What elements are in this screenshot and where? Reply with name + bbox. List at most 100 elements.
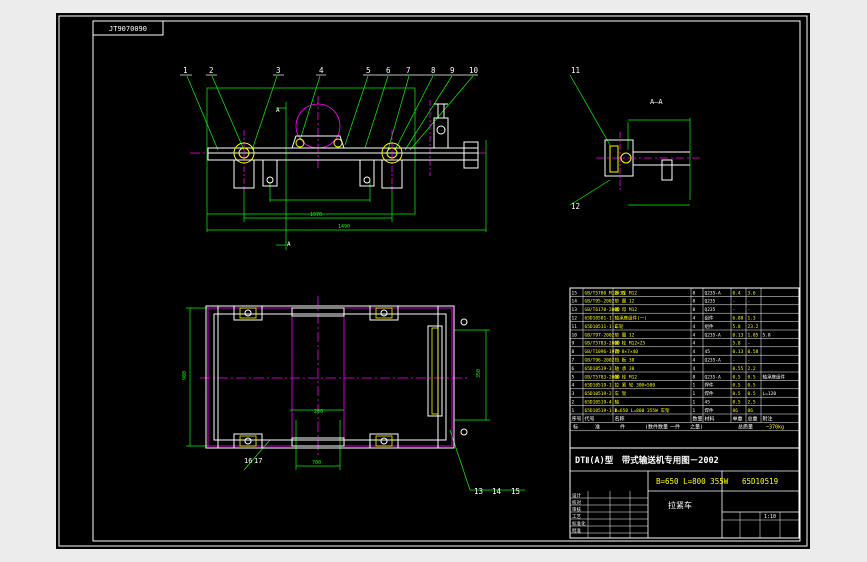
bom-cell-name: 轴 承 30 [615, 365, 635, 372]
bom-standard-cell: 标 [573, 424, 578, 431]
bom-cell-unit: 0.4 [733, 290, 741, 296]
bom-cell-qty: 4 [693, 341, 696, 347]
bom-cell-mat: 组件 [705, 315, 714, 322]
bom-cell-qty: 8 [693, 374, 696, 380]
bom-cell-total: - [748, 342, 751, 347]
bom-cell-no: 1 [572, 408, 575, 414]
bom-cell-total: 23.2 [748, 324, 759, 330]
sign-check: 校对 [572, 499, 581, 506]
bom-cell-total: 0.5 [748, 383, 756, 389]
bom-cell-code: 65D10519-3 [585, 366, 612, 372]
bom-cell-code: 65D10519-1-1 [585, 408, 618, 414]
bom-cell-name: 轴承座组件(一) [615, 315, 647, 322]
bom-cell-total: - [748, 300, 751, 305]
bom-cell-qty: 4 [693, 316, 696, 322]
balloon-1: 1 [183, 66, 188, 75]
bom-cell-total: 0.5 [748, 374, 756, 380]
sign-standard: 标准化 [572, 520, 586, 527]
bom-standard-cell: 准 [595, 424, 600, 431]
bom-cell-name: 螺 栓 M12 [615, 289, 638, 296]
bom-cell-no: 8 [572, 349, 575, 355]
bom-header-cell: 材料 [705, 415, 715, 422]
bom-cell-name: 垫 圈 12 [615, 298, 635, 305]
bom-cell-mat: 焊件 [705, 407, 714, 414]
bom-cell-code: GB/T97-2002 [585, 332, 615, 338]
bom-cell-qty: 1 [693, 400, 696, 406]
bom-cell-name: 垫 圈 12 [615, 331, 635, 338]
bom-cell-no: 12 [572, 316, 578, 322]
bom-cell-unit: 6.88 [733, 316, 744, 322]
part-name: 拉紧车 [668, 500, 692, 510]
bom-cell-no: 6 [572, 366, 575, 372]
bom-cell-mat: Q235 [705, 307, 716, 313]
bom-cell-no: 14 [572, 299, 578, 305]
bom-cell-qty: 4 [693, 332, 696, 338]
bom-cell-unit: 86 [733, 408, 739, 414]
bom-cell-note: L=120 [763, 391, 777, 397]
bom-cell-name: 车轮 [615, 323, 624, 330]
balloon-15: 15 [511, 487, 520, 496]
bom-header-cell: 名称 [615, 415, 625, 422]
balloon-16: 16 [244, 457, 252, 465]
bom-cell-unit: - [733, 308, 736, 313]
balloon-8: 8 [431, 66, 436, 75]
dim-plan-bottom: 700 [312, 460, 321, 466]
bom-cell-total: - [748, 308, 751, 313]
balloon-11: 11 [571, 66, 580, 75]
sign-process: 工艺 [572, 514, 581, 520]
section-label: A—A [650, 98, 663, 106]
cad-viewport: JT9070090 1 2 3 4 5 6 7 8 9 10 A A 1070 … [0, 0, 867, 562]
dim-plan-right: 350 [476, 369, 482, 378]
bom-cell-no: 10 [572, 332, 578, 338]
balloon-9: 9 [450, 66, 455, 75]
bom-cell-unit: - [733, 359, 736, 364]
bom-cell-code: 65D10519-4 [585, 400, 612, 406]
balloon-13: 13 [474, 487, 483, 496]
bom-cell-total: 0.5 [748, 391, 756, 397]
balloon-7: 7 [406, 66, 411, 75]
section-mark-top: A [276, 107, 280, 114]
bom-cell-name: 螺 栓 M12×25 [615, 340, 646, 347]
bom-cell-unit: 5.8 [733, 341, 741, 347]
bom-cell-code: 65D10511-1-1 [585, 324, 618, 330]
mass-label: 总质量 [738, 424, 753, 431]
bom-cell-name: 拉 紧 轮 300×500 [615, 382, 656, 389]
bom-header-cell: 序号 [572, 415, 582, 422]
bom-cell-code: 65D10519-1 [585, 383, 612, 389]
sign-design: 设计 [572, 492, 581, 499]
bom-cell-mat: Q235-A [705, 290, 722, 296]
balloon-10: 10 [469, 66, 479, 75]
bom-cell-unit: 0.55 [733, 366, 744, 372]
bom-cell-note: 轴承座组件 [763, 373, 786, 380]
bom-standard-cell: 之量) [690, 424, 703, 431]
sign-approve: 批准 [572, 527, 581, 534]
bom-cell-mat: 组件 [705, 323, 714, 330]
bom-cell-total: 86 [748, 408, 754, 414]
bom-cell-mat: 45 [705, 349, 711, 355]
bom-cell-code: GB/T96-2002 [585, 358, 615, 364]
bom-header-cell: 数量 [693, 415, 703, 422]
scale-value: 1:10 [764, 514, 776, 520]
bom-cell-unit: - [733, 300, 736, 305]
dim-plan-side-small: 200 [314, 409, 323, 415]
bom-cell-qty: 4 [693, 349, 696, 355]
bom-standard-cell: 件 [620, 424, 625, 431]
bom-cell-total: - [748, 359, 751, 364]
bom-cell-qty: 1 [693, 408, 696, 414]
part-balloons-bottom: 13 14 15 [474, 487, 520, 496]
bom-cell-name: B=650 L=800 355W 车架 [615, 407, 671, 414]
bom-cell-qty: 8 [693, 299, 696, 305]
bom-standard-cell: (数件数量 [645, 424, 668, 431]
bom-cell-qty: 4 [693, 324, 696, 330]
bom-cell-total: 1.3 [748, 316, 756, 322]
bom-cell-total: 3.6 [748, 290, 756, 296]
drawing-number: 65D10519 [742, 477, 778, 486]
balloon-5: 5 [366, 66, 371, 75]
dim-top-middle: 1070 [310, 212, 322, 218]
bom-cell-no: 3 [572, 391, 575, 397]
bom-cell-no: 9 [572, 341, 575, 347]
balloon-17: 17 [254, 457, 262, 465]
bom-cell-total: 0.58 [748, 349, 759, 355]
bom-cell-unit: 0.5 [733, 383, 741, 389]
mass-value: ~370kg [766, 425, 784, 431]
